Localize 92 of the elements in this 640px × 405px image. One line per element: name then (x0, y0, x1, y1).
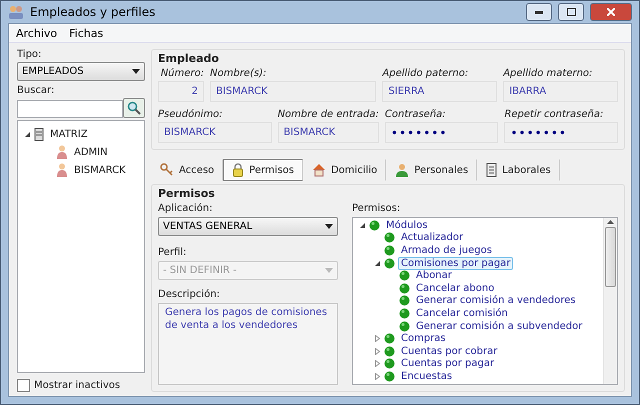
maximize-button[interactable] (558, 3, 584, 21)
permission-item[interactable]: Cancelar comisión (413, 308, 511, 319)
sphere-icon (399, 308, 410, 319)
application-label: Aplicación: (158, 203, 214, 214)
tree-item[interactable]: MATRIZ (47, 128, 91, 140)
tab[interactable]: Permisos (223, 159, 303, 181)
permission-item[interactable]: Cuentas por cobrar (398, 346, 500, 357)
sphere-icon (384, 258, 395, 269)
sphere-icon (399, 295, 410, 306)
scroll-thumb[interactable] (605, 227, 616, 287)
document-icon (486, 163, 498, 177)
permission-item[interactable]: Abonar (413, 270, 455, 282)
field-label: Apellido materno: (503, 68, 594, 79)
permission-item[interactable]: Encuestas (398, 370, 456, 382)
sphere-icon (384, 370, 395, 382)
text-field[interactable]: IBARRA (503, 81, 618, 102)
dropdown-caret-icon (325, 268, 333, 273)
text-field[interactable]: BISMARCK (158, 122, 272, 143)
maximize-icon (566, 8, 576, 16)
field-label: Nombre(s): (210, 68, 268, 79)
minimize-icon (535, 10, 543, 14)
person-icon (56, 162, 68, 178)
permission-item[interactable]: Armado de juegos (398, 244, 495, 256)
person-icon (56, 144, 68, 160)
scroll-up-icon[interactable] (607, 220, 614, 224)
sphere-icon (369, 220, 380, 231)
field-label: Apellido paterno: (382, 68, 470, 79)
text-field[interactable]: SIERRA (382, 81, 498, 102)
permission-item[interactable]: Generar comisión a subvendedor (413, 320, 586, 332)
dropdown-caret-icon (325, 224, 333, 229)
search-button[interactable] (123, 98, 145, 118)
expanded-arrow-icon[interactable] (24, 130, 31, 138)
profile-label: Perfil: (158, 247, 188, 258)
application-dropdown[interactable]: VENTAS GENERAL (158, 217, 338, 236)
menu-item[interactable]: Fichas (64, 26, 108, 40)
sphere-icon (384, 346, 395, 357)
field-label: Nombre de entrada: (278, 109, 379, 120)
text-field[interactable]: BISMARCK (210, 81, 376, 102)
close-icon (607, 8, 615, 16)
permission-item[interactable]: Cancelar abono (413, 282, 498, 294)
sphere-icon (399, 270, 410, 282)
scrollbar[interactable] (603, 218, 617, 384)
checkbox[interactable] (17, 379, 30, 392)
tab[interactable]: Domicilio (302, 159, 386, 181)
description-label: Descripción: (158, 289, 221, 300)
window-title: Empleados y perfiles (30, 5, 156, 19)
permission-item[interactable]: Cuentas por pagar (398, 358, 498, 370)
text-field[interactable]: BISMARCK (278, 122, 379, 143)
menu-item[interactable]: Archivo (11, 26, 62, 40)
checkbox-label: Mostrar inactivos (34, 380, 120, 391)
field-label: Repetir contraseña: (504, 109, 604, 120)
tab[interactable]: Personales (386, 159, 478, 181)
tree-item[interactable]: BISMARCK (71, 164, 129, 176)
group-title: Permisos (158, 187, 216, 200)
text-field[interactable]: 2 (158, 81, 204, 102)
search-icon (127, 101, 141, 115)
sphere-icon (384, 358, 395, 370)
people-icon (8, 5, 24, 19)
person-icon (395, 163, 410, 177)
permission-item[interactable]: Comisiones por pagar (398, 256, 514, 270)
password-field[interactable]: ••••••• (384, 122, 498, 143)
padlock-icon (232, 163, 244, 177)
expanded-arrow-icon[interactable] (374, 260, 381, 267)
sphere-icon (399, 320, 410, 332)
search-field[interactable] (17, 100, 123, 118)
minimize-button[interactable] (526, 3, 552, 21)
group-title: Empleado (158, 52, 220, 65)
description-field[interactable]: Genera los pagos de comisiones de venta a los vendedores (158, 303, 338, 385)
tree-item[interactable]: ADMIN (71, 146, 111, 158)
type-label: Tipo: (17, 49, 42, 60)
house-icon (312, 163, 326, 177)
sphere-icon (399, 282, 410, 294)
permission-item[interactable]: Compras (398, 333, 449, 344)
dropdown-caret-icon (132, 69, 140, 74)
field-label: Contraseña: (384, 109, 447, 120)
permissions-label: Permisos: (352, 203, 402, 214)
permission-item[interactable]: Módulos (383, 220, 431, 231)
password-field[interactable]: ••••••• (504, 122, 618, 143)
tab[interactable]: Laborales (477, 159, 560, 181)
permission-item[interactable]: Actualizador (398, 232, 466, 244)
server-icon (34, 128, 44, 140)
close-button[interactable] (590, 3, 632, 21)
field-label: Pseudónimo: (158, 109, 224, 120)
type-dropdown[interactable]: EMPLEADOS (17, 62, 145, 81)
expanded-arrow-icon[interactable] (359, 222, 366, 229)
sphere-icon (384, 333, 395, 344)
search-label: Buscar: (17, 85, 56, 96)
permission-item[interactable]: Generar comisión a vendedores (413, 295, 579, 306)
key-icon (160, 163, 174, 177)
sphere-icon (384, 244, 395, 256)
sphere-icon (384, 232, 395, 244)
field-label: Número: (160, 68, 204, 79)
